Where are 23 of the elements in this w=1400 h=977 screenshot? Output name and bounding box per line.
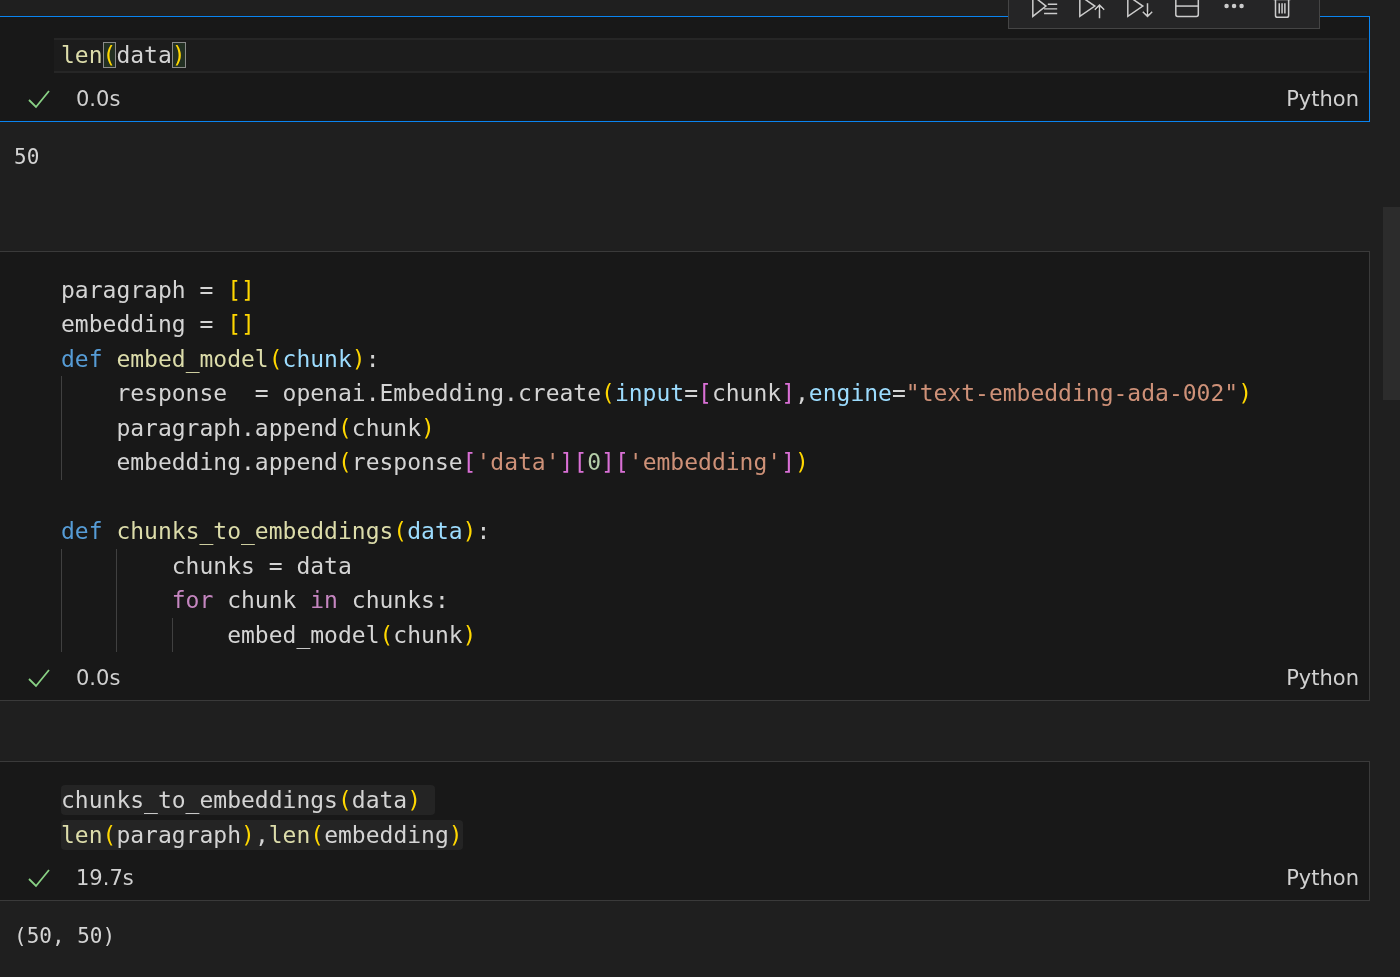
code-line: len(data) (61, 41, 186, 71)
execution-time: 0.0s (76, 86, 121, 111)
cell-output: (50, 50) (14, 924, 116, 948)
execution-time: 19.7s (76, 866, 134, 890)
code-line: def chunks_to_embeddings(data): (61, 517, 491, 547)
language-label[interactable]: Python (1286, 666, 1359, 690)
language-label[interactable]: Python (1286, 86, 1359, 111)
code-line: def embed_model(chunk): (61, 344, 380, 374)
language-label[interactable]: Python (1286, 866, 1359, 890)
code-line: embedding = [] (61, 310, 255, 340)
code-line: chunks = data (170, 551, 352, 581)
code-line: paragraph = [] (61, 275, 255, 305)
code-line: embed_model(chunk) (226, 620, 477, 650)
play-lines-icon[interactable] (1029, 0, 1060, 21)
code-line: paragraph.append(chunk) (115, 413, 435, 443)
code-line: for chunk in chunks: (170, 586, 449, 616)
notebook-cell[interactable]: chunks_to_embeddings(data) len(paragraph),len(embedding) 19.7s Python (0, 761, 1370, 901)
code-line: embedding.append(response['data'][0]['embedding']) (115, 448, 809, 478)
execution-time: 0.0s (76, 666, 121, 690)
notebook-cell[interactable] (0, 250, 1370, 701)
notebook-cell[interactable]: len(data) 0.0s Python (0, 16, 1370, 122)
cell-output: 50 (14, 144, 40, 169)
code-line: response = openai.Embedding.create(input=[chunk],engine="text-embedding-ada-002") (115, 379, 1252, 409)
